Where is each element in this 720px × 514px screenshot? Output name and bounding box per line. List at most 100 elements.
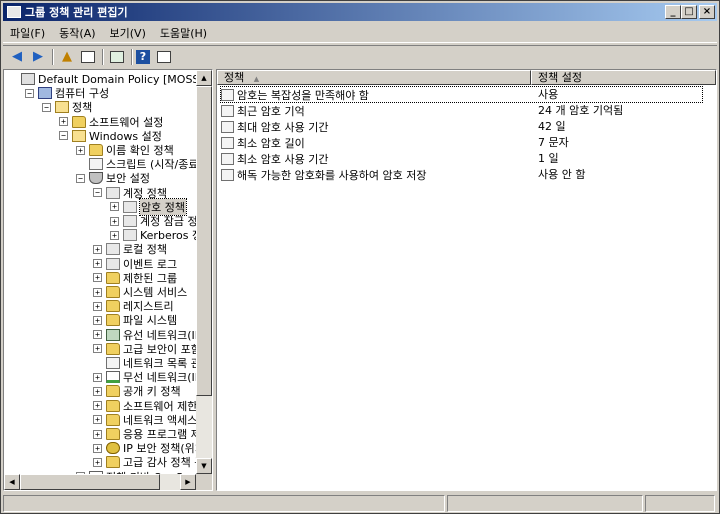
tree-item[interactable]: + 응용 프로그램 제 [93,427,198,441]
minimize-button[interactable]: _ [665,5,681,19]
tree-item[interactable]: + 로컬 정책 [93,242,167,256]
expand-icon[interactable]: + [93,401,102,411]
tree-item[interactable]: + 소프트웨어 설정 [59,115,163,129]
expand-icon[interactable]: + [93,372,102,382]
title-bar[interactable]: 그룹 정책 관리 편집기 _ □ × [3,3,717,21]
expand-icon[interactable]: + [93,301,102,311]
expand-icon[interactable]: + [93,330,102,340]
tree-item[interactable]: 스크립트 (시작/종료 [76,157,198,171]
tree-pane: Default Domain Policy [MOSS.AL−컴퓨터 구성−정책… [3,69,213,491]
tree-item[interactable]: + 파일 시스템 [93,313,177,327]
expand-icon[interactable]: + [59,117,68,127]
list-item[interactable]: 최대 암호 사용 기간 [221,119,328,134]
expand-icon[interactable]: + [93,315,102,325]
doc-icon [106,357,120,369]
up-folder-icon[interactable]: ▲ [57,48,77,66]
close-button[interactable]: × [699,5,715,19]
collapse-icon[interactable]: − [25,88,34,98]
collapse-icon[interactable]: − [93,188,102,198]
expand-icon[interactable]: + [93,344,102,354]
list-icon [123,215,137,227]
expand-icon[interactable]: + [76,145,85,155]
collapse-icon[interactable]: − [76,173,85,183]
tree-item[interactable]: − 컴퓨터 구성 [25,86,109,100]
tree-item[interactable]: +계정 잠금 정책 [110,214,198,228]
column-header-setting[interactable]: 정책 설정 [531,70,716,85]
expand-icon[interactable]: + [93,244,102,254]
expand-icon[interactable]: + [93,457,102,467]
list-item[interactable]: 해독 가능한 암호화를 사용하여 암호 저장 [221,167,427,182]
column-header-policy-label: 정책 [224,71,245,84]
back-icon[interactable]: ◀ [7,48,27,66]
list-item[interactable]: 암호는 복잡성을 만족해야 함 [220,86,703,103]
scroll-left-button[interactable]: ◀ [4,474,20,490]
expand-icon[interactable]: + [93,386,102,396]
menu-view[interactable]: 보기(V) [103,23,153,43]
expand-icon[interactable]: + [93,273,102,283]
scroll-up-button[interactable]: ▲ [196,70,212,86]
tree-item[interactable]: + 고급 보안이 포함 [93,342,198,356]
tree-item[interactable]: + 레지스트리 [93,299,174,313]
tree-item[interactable]: − Windows 설정 [59,129,162,143]
tree-item[interactable]: + IP 보안 정책(위치 [93,441,198,455]
menu-action[interactable]: 동작(A) [52,23,102,43]
expand-icon[interactable]: + [93,415,102,425]
folder-icon [106,286,120,298]
help-icon[interactable]: ? [136,49,150,64]
tree-item[interactable]: + 이름 확인 정책 [76,143,174,157]
column-header-setting-label: 정책 설정 [538,71,582,84]
tree-item[interactable]: +Kerberos 정책 [110,228,198,242]
tree-item[interactable]: + 네트워크 액세스 [93,413,197,427]
computer-icon [38,87,52,100]
folder-icon [106,314,120,327]
toolbar-separator [131,48,133,65]
expand-icon[interactable]: + [93,443,102,453]
tree-item[interactable]: − 보안 설정 [76,171,150,185]
tree-item[interactable]: + 유선 네트워크(IE [93,328,198,342]
scroll-right-button[interactable]: ▶ [180,474,196,490]
forward-icon[interactable]: ▶ [28,48,48,66]
list-item[interactable]: 최소 암호 길이 [221,135,305,150]
expand-icon[interactable]: + [110,230,119,240]
tree-item[interactable]: Default Domain Policy [MOSS.AL [8,72,198,86]
tree-item[interactable]: + 소프트웨어 제한 [93,399,197,413]
menu-help[interactable]: 도움말(H) [153,23,214,43]
scroll-thumb[interactable] [196,86,212,396]
policy-setting-icon [221,168,234,181]
tree-item[interactable]: + 제한된 그룹 [93,271,177,285]
maximize-button[interactable]: □ [681,5,697,19]
menu-file[interactable]: 파일(F) [3,23,52,43]
tree-vertical-scrollbar[interactable]: ▲ ▼ [196,70,212,474]
horizontal-scroll-thumb[interactable] [20,474,160,490]
policy-setting-value: 7 문자 [538,136,569,149]
tree-item[interactable]: − 정책 [42,100,92,114]
policy-setting-icon [221,88,234,101]
tree-item[interactable]: + 이벤트 로그 [93,257,177,271]
tree-item[interactable]: − 계정 정책 [93,186,167,200]
app-icon [7,6,21,18]
expand-icon[interactable]: + [93,259,102,269]
expand-icon[interactable]: + [93,287,102,297]
collapse-icon[interactable]: − [42,102,51,112]
expand-icon[interactable]: + [93,429,102,439]
folder-icon [89,144,103,156]
tree-item[interactable]: + 무선 네트워크(IE [93,370,198,384]
collapse-icon[interactable]: − [59,131,68,141]
tree-item[interactable]: + 공개 키 정책 [93,384,181,398]
expand-icon[interactable]: + [110,202,119,212]
policy-setting-icon [221,120,234,133]
show-hide-tree-icon[interactable] [78,48,98,66]
tree-item[interactable]: + 시스템 서비스 [93,285,187,299]
tree-item[interactable]: + 암호 정책 [110,197,187,216]
list-item[interactable]: 최소 암호 사용 기간 [221,151,328,166]
properties-icon[interactable] [154,48,174,66]
export-list-icon[interactable] [107,48,127,66]
column-header-policy[interactable]: 정책 ▲ [217,70,531,85]
tree-horizontal-scrollbar[interactable]: ◀ ▶ [4,474,212,490]
list-item[interactable]: 최근 암호 기억 [221,103,305,118]
list-icon [106,243,120,256]
tree-item[interactable]: 네트워크 목록 관 [93,356,198,370]
expand-icon[interactable]: + [110,216,119,226]
tree-item[interactable]: + 고급 감사 정책 구 [93,455,198,469]
scroll-down-button[interactable]: ▼ [196,458,212,474]
